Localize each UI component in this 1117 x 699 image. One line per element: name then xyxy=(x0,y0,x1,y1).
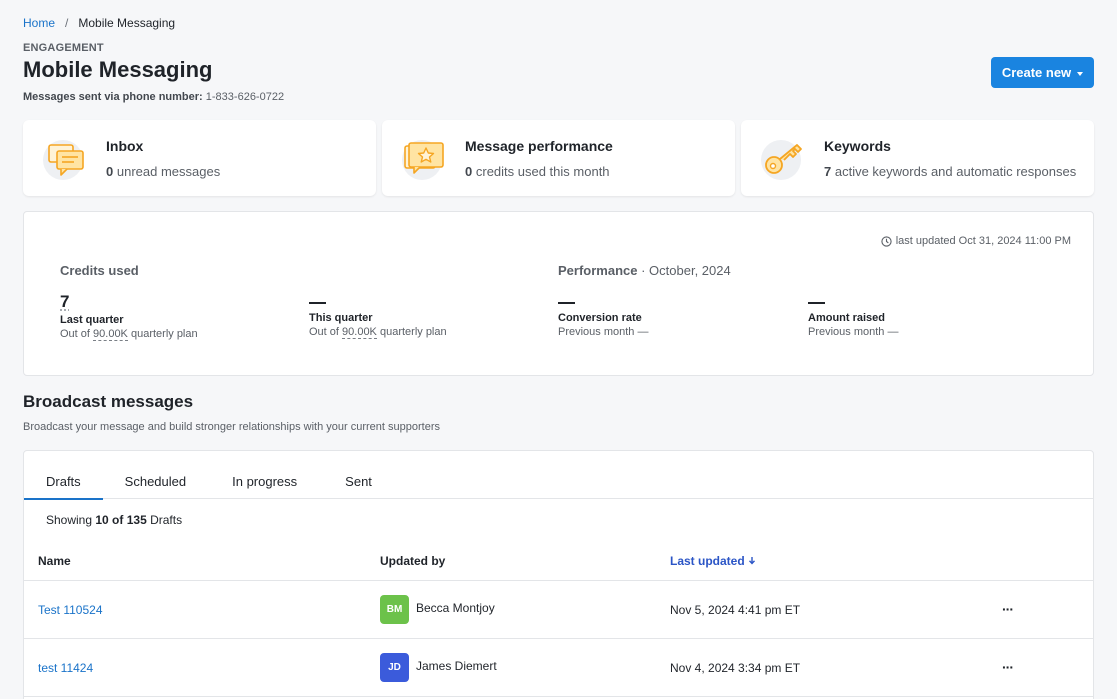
stat-last-quarter: 7 Last quarter Out of 90.00K quarterly p… xyxy=(60,292,280,340)
card-count: 7 xyxy=(824,164,831,179)
card-count: 0 xyxy=(465,164,472,179)
subtitle-label: Messages sent via phone number: xyxy=(23,91,203,103)
stat-sub: Previous month — xyxy=(558,326,778,338)
card-message-performance[interactable]: Message performance 0 credits used this … xyxy=(382,120,735,196)
tab-scheduled[interactable]: Scheduled xyxy=(103,451,208,499)
card-desc-text: active keywords and automatic responses xyxy=(835,164,1076,179)
chat-bubbles-icon xyxy=(41,134,89,182)
broadcast-table: Drafts Scheduled In progress Sent Showin… xyxy=(23,450,1094,699)
clock-icon xyxy=(881,236,892,247)
broadcast-title: Broadcast messages xyxy=(23,392,193,412)
section-overline: ENGAGEMENT xyxy=(23,42,104,54)
stat-sub: Previous month — xyxy=(808,326,1028,338)
star-message-icon xyxy=(400,134,448,182)
summary-cards: Inbox 0 unread messages Message performa… xyxy=(23,120,1094,196)
updated-by-name: James Diemert xyxy=(416,659,497,673)
card-description: 7 active keywords and automatic response… xyxy=(824,164,1076,179)
draft-name-link[interactable]: Test 110524 xyxy=(38,603,103,617)
breadcrumb-separator: / xyxy=(65,16,68,30)
breadcrumb: Home / Mobile Messaging xyxy=(23,16,175,30)
card-title: Inbox xyxy=(106,138,143,154)
stat-label: Amount raised xyxy=(808,312,1028,324)
card-title: Keywords xyxy=(824,138,891,154)
column-updated-by[interactable]: Updated by xyxy=(380,554,445,568)
column-last-updated[interactable]: Last updated xyxy=(670,554,756,568)
empty-value-dash xyxy=(808,302,825,304)
sort-down-arrow-icon xyxy=(748,556,756,565)
card-desc-text: credits used this month xyxy=(476,164,610,179)
card-title: Message performance xyxy=(465,138,613,154)
card-desc-text: unread messages xyxy=(117,164,220,179)
last-updated-date: Nov 5, 2024 4:41 pm ET xyxy=(670,603,800,617)
avatar: BM xyxy=(380,595,409,624)
showing-count-value: 10 of 135 xyxy=(95,513,146,527)
last-updated-text: last updated Oct 31, 2024 11:00 PM xyxy=(896,235,1071,247)
stat-conversion-rate: Conversion rate Previous month — xyxy=(558,292,778,338)
page-subtitle: Messages sent via phone number: 1-833-62… xyxy=(23,91,284,103)
row-more-menu-icon[interactable]: ··· xyxy=(1002,601,1013,617)
performance-period: · October, 2024 xyxy=(637,263,730,278)
performance-label: Performance xyxy=(558,263,637,278)
stats-panel: last updated Oct 31, 2024 11:00 PM Credi… xyxy=(23,211,1094,376)
tab-in-progress[interactable]: In progress xyxy=(208,451,323,499)
card-description: 0 credits used this month xyxy=(465,164,610,179)
tab-sent[interactable]: Sent xyxy=(323,451,394,499)
column-last-updated-label: Last updated xyxy=(670,554,745,568)
broadcast-tabs: Drafts Scheduled In progress Sent xyxy=(24,451,1093,499)
showing-count: Showing 10 of 135 Drafts xyxy=(46,513,182,527)
breadcrumb-home-link[interactable]: Home xyxy=(23,16,55,30)
stat-label: Last quarter xyxy=(60,314,280,326)
stat-amount-raised: Amount raised Previous month — xyxy=(808,292,1028,338)
card-count: 0 xyxy=(106,164,113,179)
stat-value[interactable]: 7 xyxy=(60,292,280,312)
empty-value-dash xyxy=(309,302,326,304)
draft-name-link[interactable]: test 11424 xyxy=(38,661,93,675)
key-icon xyxy=(759,134,807,182)
stat-label: This quarter xyxy=(309,312,529,324)
create-new-label: Create new xyxy=(1002,65,1071,80)
credits-used-heading: Credits used xyxy=(60,263,139,278)
create-new-button[interactable]: Create new xyxy=(991,57,1094,88)
row-more-menu-icon[interactable]: ··· xyxy=(1002,659,1013,675)
phone-number: 1-833-626-0722 xyxy=(206,91,284,103)
tab-drafts[interactable]: Drafts xyxy=(24,451,103,499)
last-updated-date: Nov 4, 2024 3:34 pm ET xyxy=(670,661,800,675)
last-updated: last updated Oct 31, 2024 11:00 PM xyxy=(881,235,1071,247)
stat-sub: Out of 90.00K quarterly plan xyxy=(60,328,280,340)
card-inbox[interactable]: Inbox 0 unread messages xyxy=(23,120,376,196)
card-keywords[interactable]: Keywords 7 active keywords and automatic… xyxy=(741,120,1094,196)
avatar: JD xyxy=(380,653,409,682)
table-header: Name Updated by Last updated xyxy=(24,543,1093,581)
plan-limit: 90.00K xyxy=(342,326,377,339)
updated-by-name: Becca Montjoy xyxy=(416,601,495,615)
stat-sub: Out of 90.00K quarterly plan xyxy=(309,326,529,338)
table-row: test 11424 JD James Diemert Nov 4, 2024 … xyxy=(24,639,1093,697)
page-title: Mobile Messaging xyxy=(23,57,212,83)
stat-this-quarter: This quarter Out of 90.00K quarterly pla… xyxy=(309,292,529,338)
breadcrumb-current: Mobile Messaging xyxy=(78,16,175,30)
performance-heading: Performance · October, 2024 xyxy=(558,263,731,278)
caret-down-icon xyxy=(1077,72,1083,76)
plan-limit: 90.00K xyxy=(93,328,128,341)
empty-value-dash xyxy=(558,302,575,304)
broadcast-subtitle: Broadcast your message and build stronge… xyxy=(23,421,440,433)
table-row: Test 110524 BM Becca Montjoy Nov 5, 2024… xyxy=(24,581,1093,639)
column-name[interactable]: Name xyxy=(38,554,71,568)
card-description: 0 unread messages xyxy=(106,164,220,179)
stat-label: Conversion rate xyxy=(558,312,778,324)
